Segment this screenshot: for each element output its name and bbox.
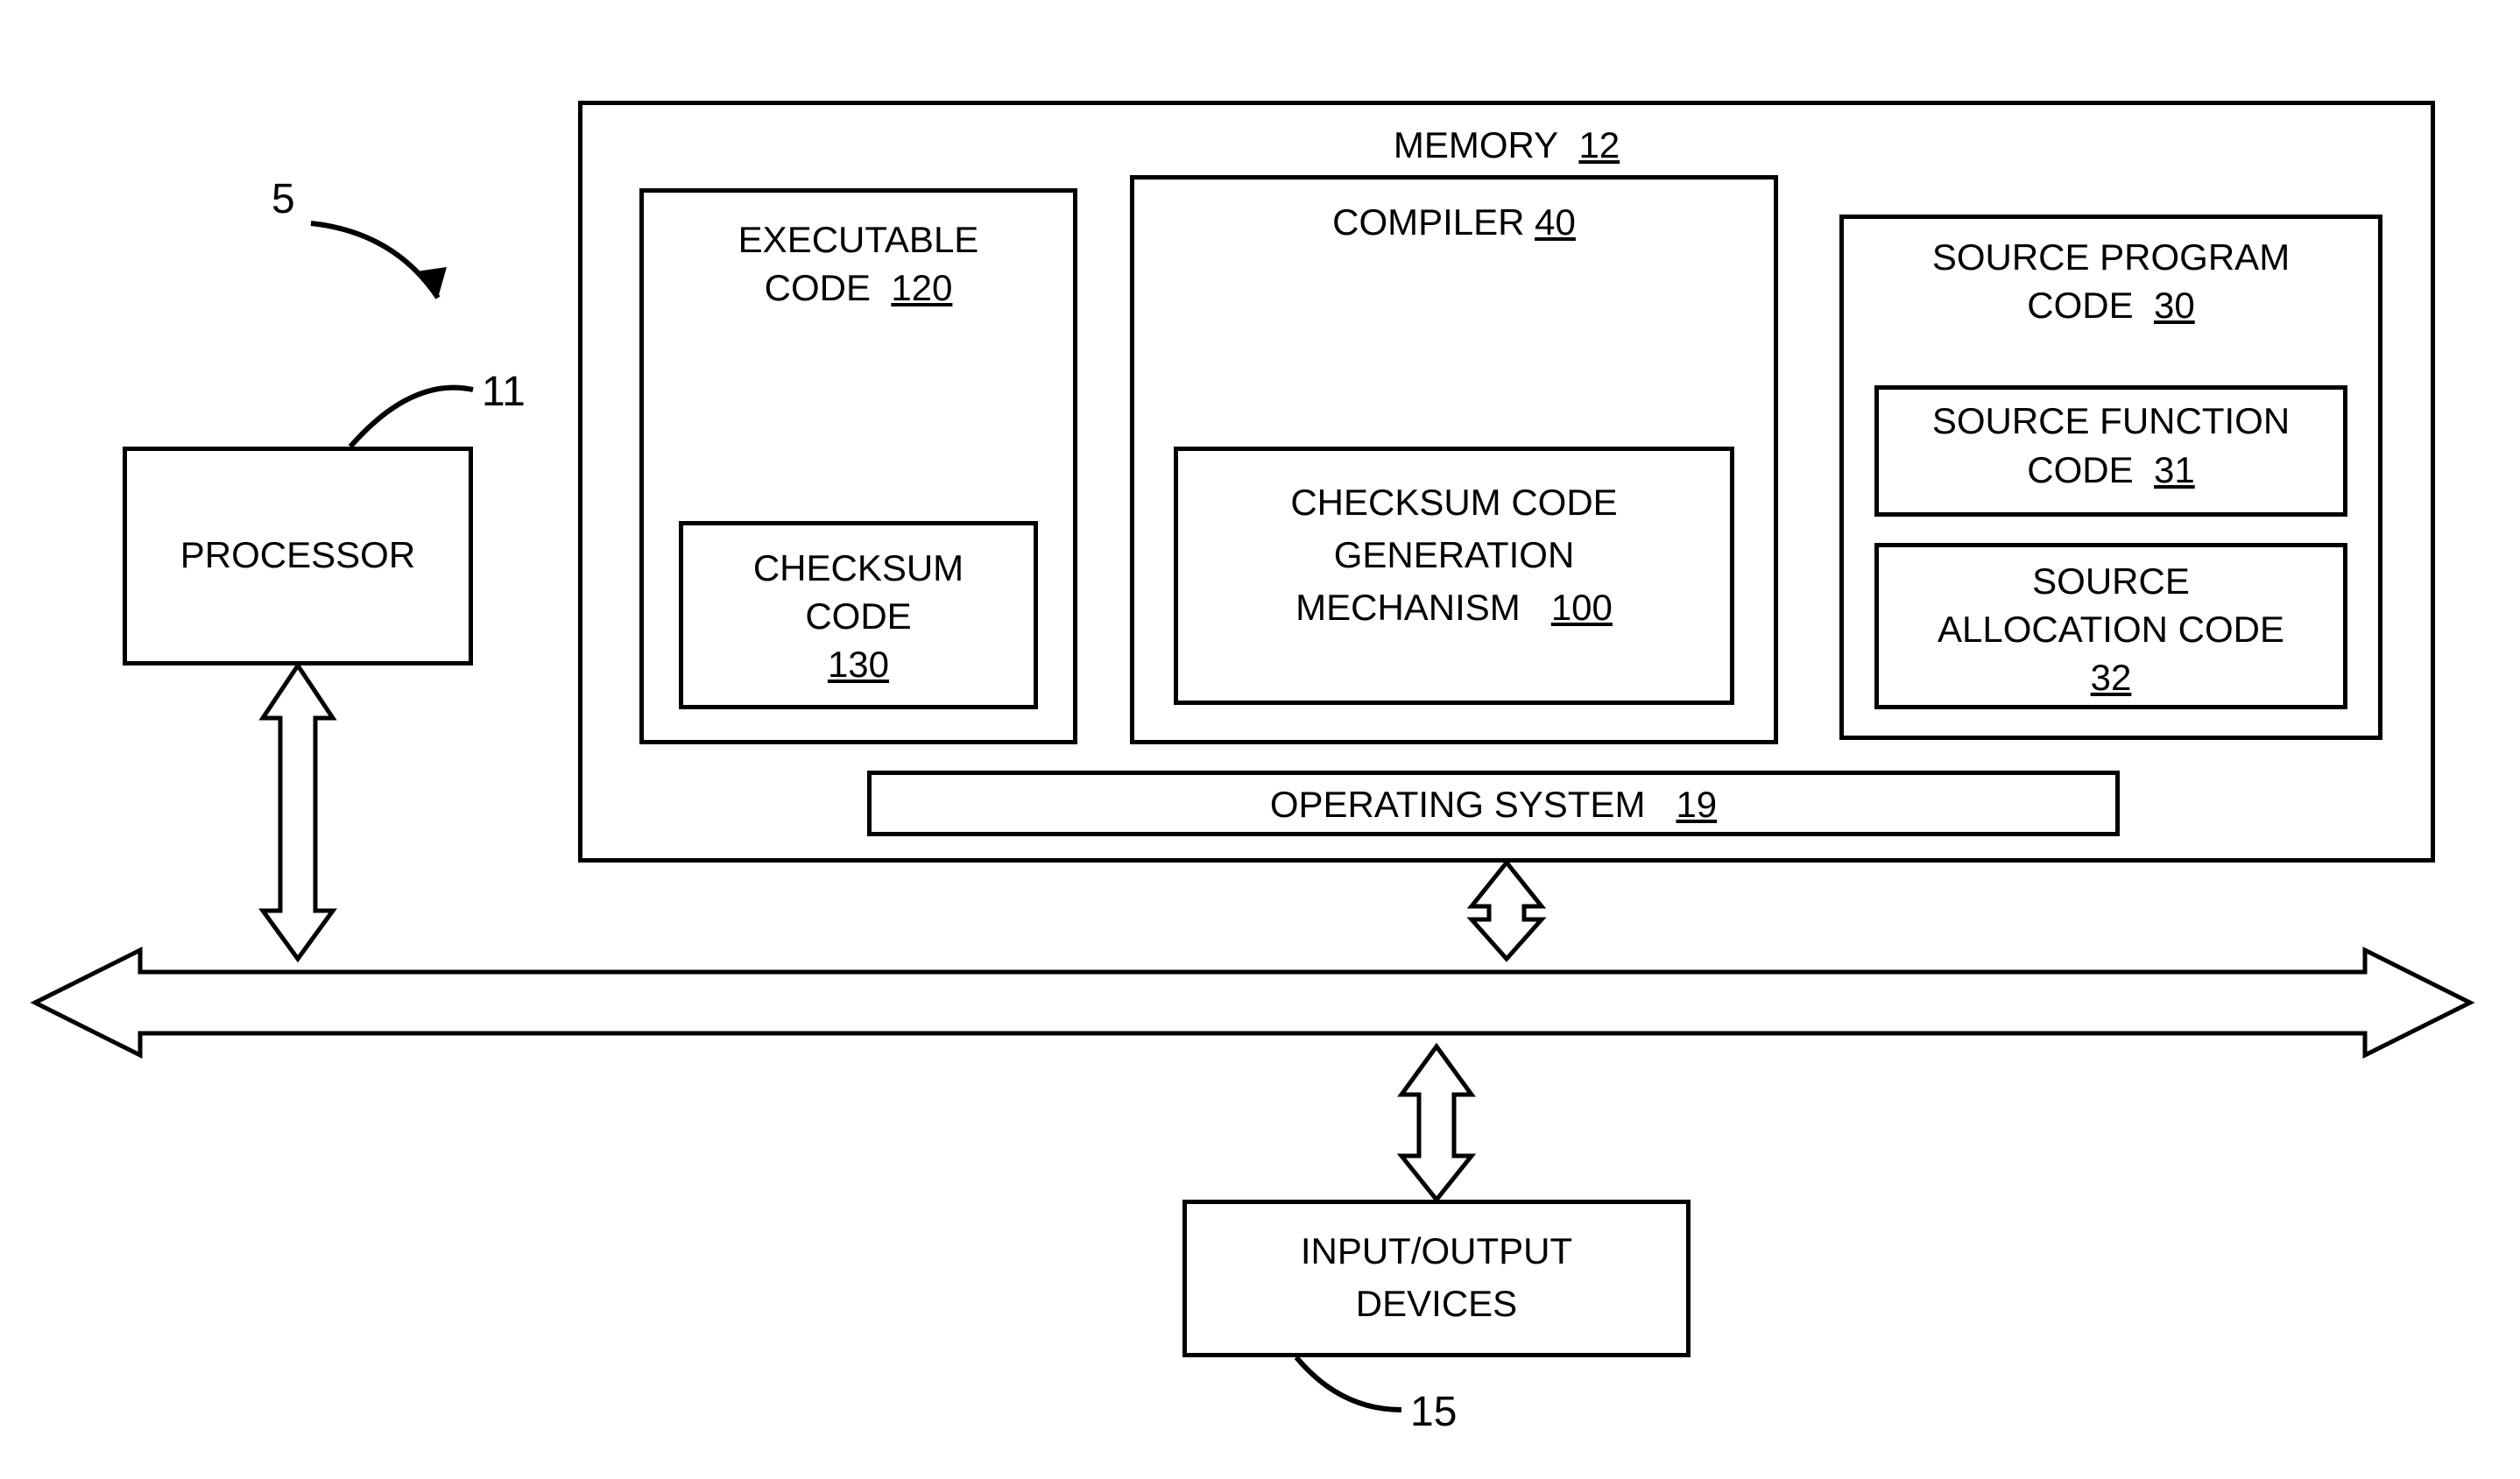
os-title: OPERATING SYSTEM 19 — [872, 784, 2115, 826]
checksum-line1: CHECKSUM — [683, 547, 1034, 589]
ccgm-mechanism-text: MECHANISM — [1295, 587, 1521, 628]
local-interface-label: LOCAL INTERFACE 13 — [1761, 976, 2158, 1018]
spc-code-text: CODE — [2027, 285, 2133, 326]
source-function-code-box: SOURCE FUNCTION CODE 31 — [1874, 385, 2347, 517]
sfc-code-text: CODE — [2027, 449, 2133, 490]
memory-num: 12 — [1578, 124, 1620, 166]
ref15-leader — [1296, 1357, 1401, 1410]
memory-title: MEMORY 12 — [582, 124, 2431, 166]
exec-line1: EXECUTABLE — [644, 219, 1073, 261]
os-label-text: OPERATING SYSTEM — [1270, 784, 1646, 825]
ccgm-line3: MECHANISM 100 — [1178, 587, 1730, 629]
exec-num: 120 — [891, 267, 952, 308]
memory-bus-arrow — [1472, 863, 1542, 959]
os-num: 19 — [1676, 784, 1717, 825]
ccgm-line2: GENERATION — [1178, 534, 1730, 576]
ccgm-num: 100 — [1551, 587, 1613, 628]
source-allocation-code-box: SOURCE ALLOCATION CODE 32 — [1874, 543, 2347, 709]
processor-bus-arrow — [263, 666, 333, 959]
exec-code-text: CODE — [765, 267, 871, 308]
ref-11-label: 11 — [482, 368, 526, 416]
compiler-title: COMPILER 40 — [1134, 201, 1774, 243]
ref-15-label: 15 — [1410, 1388, 1457, 1436]
ref5-arrow-line — [311, 223, 438, 298]
processor-box: PROCESSOR — [123, 447, 473, 666]
spc-line1: SOURCE PROGRAM — [1844, 236, 2378, 278]
checksum-line3: 130 — [683, 644, 1034, 686]
compiler-label-text: COMPILER — [1332, 201, 1524, 243]
local-iface-num: 13 — [2117, 976, 2158, 1018]
checksum-line2: CODE — [683, 595, 1034, 637]
spc-line2: CODE 30 — [1844, 285, 2378, 327]
sfc-num: 31 — [2154, 449, 2195, 490]
bus-io-arrow — [1401, 1046, 1472, 1200]
io-line2: DEVICES — [1187, 1283, 1686, 1325]
processor-label: PROCESSOR — [127, 534, 469, 576]
ccgm-line1: CHECKSUM CODE — [1178, 482, 1730, 524]
io-line1: INPUT/OUTPUT — [1187, 1230, 1686, 1272]
memory-label-text: MEMORY — [1394, 124, 1558, 166]
diagram-stage: 5 11 15 PROCESSOR MEMORY 12 EXECUTABLE C… — [0, 0, 2520, 1479]
sac-line2: ALLOCATION CODE — [1879, 609, 2343, 651]
checksum-code-box: CHECKSUM CODE 130 — [679, 521, 1038, 709]
sac-line1: SOURCE — [1879, 560, 2343, 602]
sac-line3: 32 — [1879, 657, 2343, 699]
sfc-line1: SOURCE FUNCTION — [1879, 400, 2343, 442]
local-iface-text: LOCAL INTERFACE — [1761, 976, 2097, 1018]
compiler-num: 40 — [1535, 201, 1576, 243]
ccgm-box: CHECKSUM CODE GENERATION MECHANISM 100 — [1174, 447, 1734, 705]
io-devices-box: INPUT/OUTPUT DEVICES — [1182, 1200, 1691, 1357]
ref-5-label: 5 — [272, 175, 295, 223]
sfc-line2: CODE 31 — [1879, 449, 2343, 491]
ref11-leader — [350, 388, 473, 447]
spc-num: 30 — [2154, 285, 2195, 326]
operating-system-box: OPERATING SYSTEM 19 — [867, 771, 2120, 836]
ref5-arrow-head — [416, 267, 447, 298]
exec-line2: CODE 120 — [644, 267, 1073, 309]
